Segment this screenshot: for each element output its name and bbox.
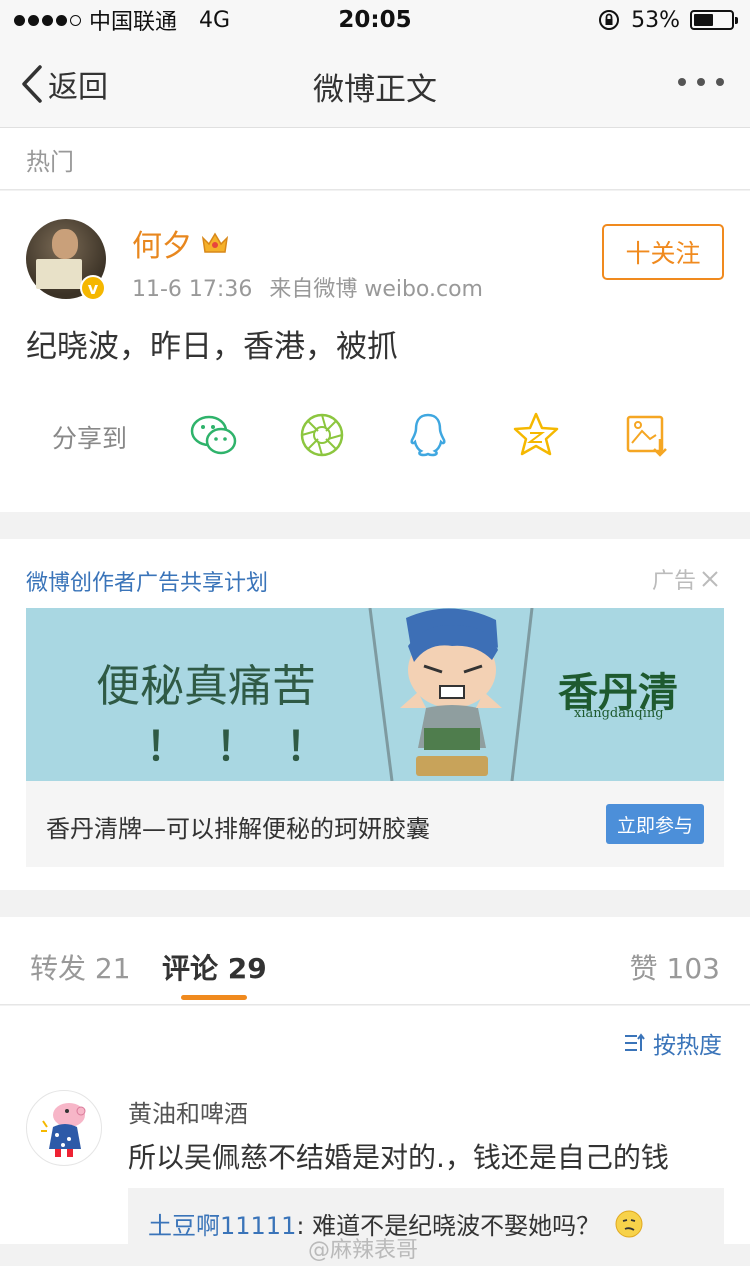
post-text: 纪晓波，昨日，香港，被抓: [26, 329, 398, 365]
hot-label: 热门: [26, 148, 74, 176]
status-right: 53%: [597, 7, 738, 33]
verified-badge-icon: v: [80, 275, 106, 301]
ad-description: 香丹清牌—可以排解便秘的珂妍胶囊: [46, 815, 430, 843]
ad-label: 广告: [651, 569, 696, 594]
ad-title[interactable]: 微博创作者广告共享计划: [26, 565, 268, 597]
ad-label-group[interactable]: 广告: [652, 563, 720, 595]
comments-section: 按热度 黄油和啤酒 所以吴佩慈不结婚是对的.，钱还是自己的钱 土豆啊11111 …: [0, 1006, 750, 1266]
post-meta: 11-6 17:36 来自微博 weibo.com: [132, 271, 483, 303]
comment-text: 所以吴佩慈不结婚是对的.，钱还是自己的钱: [128, 1141, 669, 1174]
navigation-bar: 返回 微博正文: [0, 40, 750, 128]
reply-preview[interactable]: 土豆啊11111 : 难道不是纪晓波不娶她吗？: [128, 1188, 724, 1248]
qzone-icon[interactable]: [510, 409, 562, 461]
sort-icon: [625, 1033, 645, 1051]
banner-headline: 便秘真痛苦: [96, 661, 316, 712]
close-icon[interactable]: [700, 569, 720, 589]
share-label: 分享到: [52, 424, 128, 453]
peppa-pig-avatar-icon: [41, 1103, 86, 1157]
thinking-emoji-icon: [615, 1210, 643, 1237]
carrier-group: 中国联通 4G: [14, 4, 230, 36]
status-bar: 中国联通 4G 20:05 53%: [0, 0, 750, 40]
page-title: 微博正文: [313, 72, 437, 108]
banner-brand-pinyin: xiangdanqing: [574, 706, 664, 721]
follow-button[interactable]: 十关注: [602, 224, 724, 280]
watermark: @麻辣表哥: [308, 1238, 419, 1263]
tab-reposts[interactable]: 转发 21: [30, 947, 131, 987]
tab-likes[interactable]: 赞 103: [630, 947, 720, 987]
battery-percent: 53%: [631, 7, 680, 33]
back-button[interactable]: 返回: [20, 62, 108, 106]
section-header: 热门: [0, 128, 750, 190]
reply-user[interactable]: 土豆啊11111: [148, 1206, 296, 1241]
active-tab-indicator: [181, 995, 247, 1000]
ad-banner-image[interactable]: 便秘真痛苦 ！！！ 香丹清 xiangdanqing: [26, 608, 724, 781]
qq-icon[interactable]: [402, 409, 454, 461]
rotation-lock-icon: [599, 10, 620, 30]
ad-card: 微博创作者广告共享计划 广告 便秘真痛苦 ！！！ 香丹清 xiangdanqin…: [0, 539, 750, 890]
moments-icon[interactable]: [296, 409, 348, 461]
back-label: 返回: [48, 70, 108, 105]
interaction-tabs: 转发 21 评论 29 赞 103: [0, 917, 750, 1005]
post-source: 来自微博 weibo.com: [269, 277, 483, 302]
crown-icon: [201, 232, 229, 253]
sort-label: 按热度: [653, 1033, 722, 1059]
commenter-name[interactable]: 黄油和啤酒: [128, 1094, 248, 1129]
banner-exclaim: ！！！: [146, 723, 356, 770]
carrier-name: 中国联通: [89, 10, 178, 35]
join-now-button[interactable]: 立即参与: [606, 804, 704, 844]
battery-icon: [690, 10, 738, 30]
commenter-avatar[interactable]: [26, 1090, 102, 1166]
post-time: 11-6 17:36: [132, 277, 253, 302]
sort-button[interactable]: 按热度: [623, 1026, 722, 1060]
save-image-icon[interactable]: [620, 409, 672, 461]
ad-footer: 香丹清牌—可以排解便秘的珂妍胶囊 立即参与: [26, 781, 724, 867]
chevron-left-icon: [22, 65, 42, 103]
cartoon-character-illustration: [368, 608, 534, 781]
wechat-icon[interactable]: [188, 409, 240, 461]
signal-icon: [14, 14, 81, 26]
network-type: 4G: [199, 7, 231, 33]
more-options-icon[interactable]: [678, 78, 724, 86]
author-name: 何夕: [132, 229, 192, 264]
weibo-post: v 何夕 11-6 17:36 来自微博 weibo.com 十关注 纪晓波，昨…: [0, 191, 750, 512]
tab-comments[interactable]: 评论 29: [162, 947, 267, 987]
author-name-group[interactable]: 何夕: [132, 221, 230, 265]
